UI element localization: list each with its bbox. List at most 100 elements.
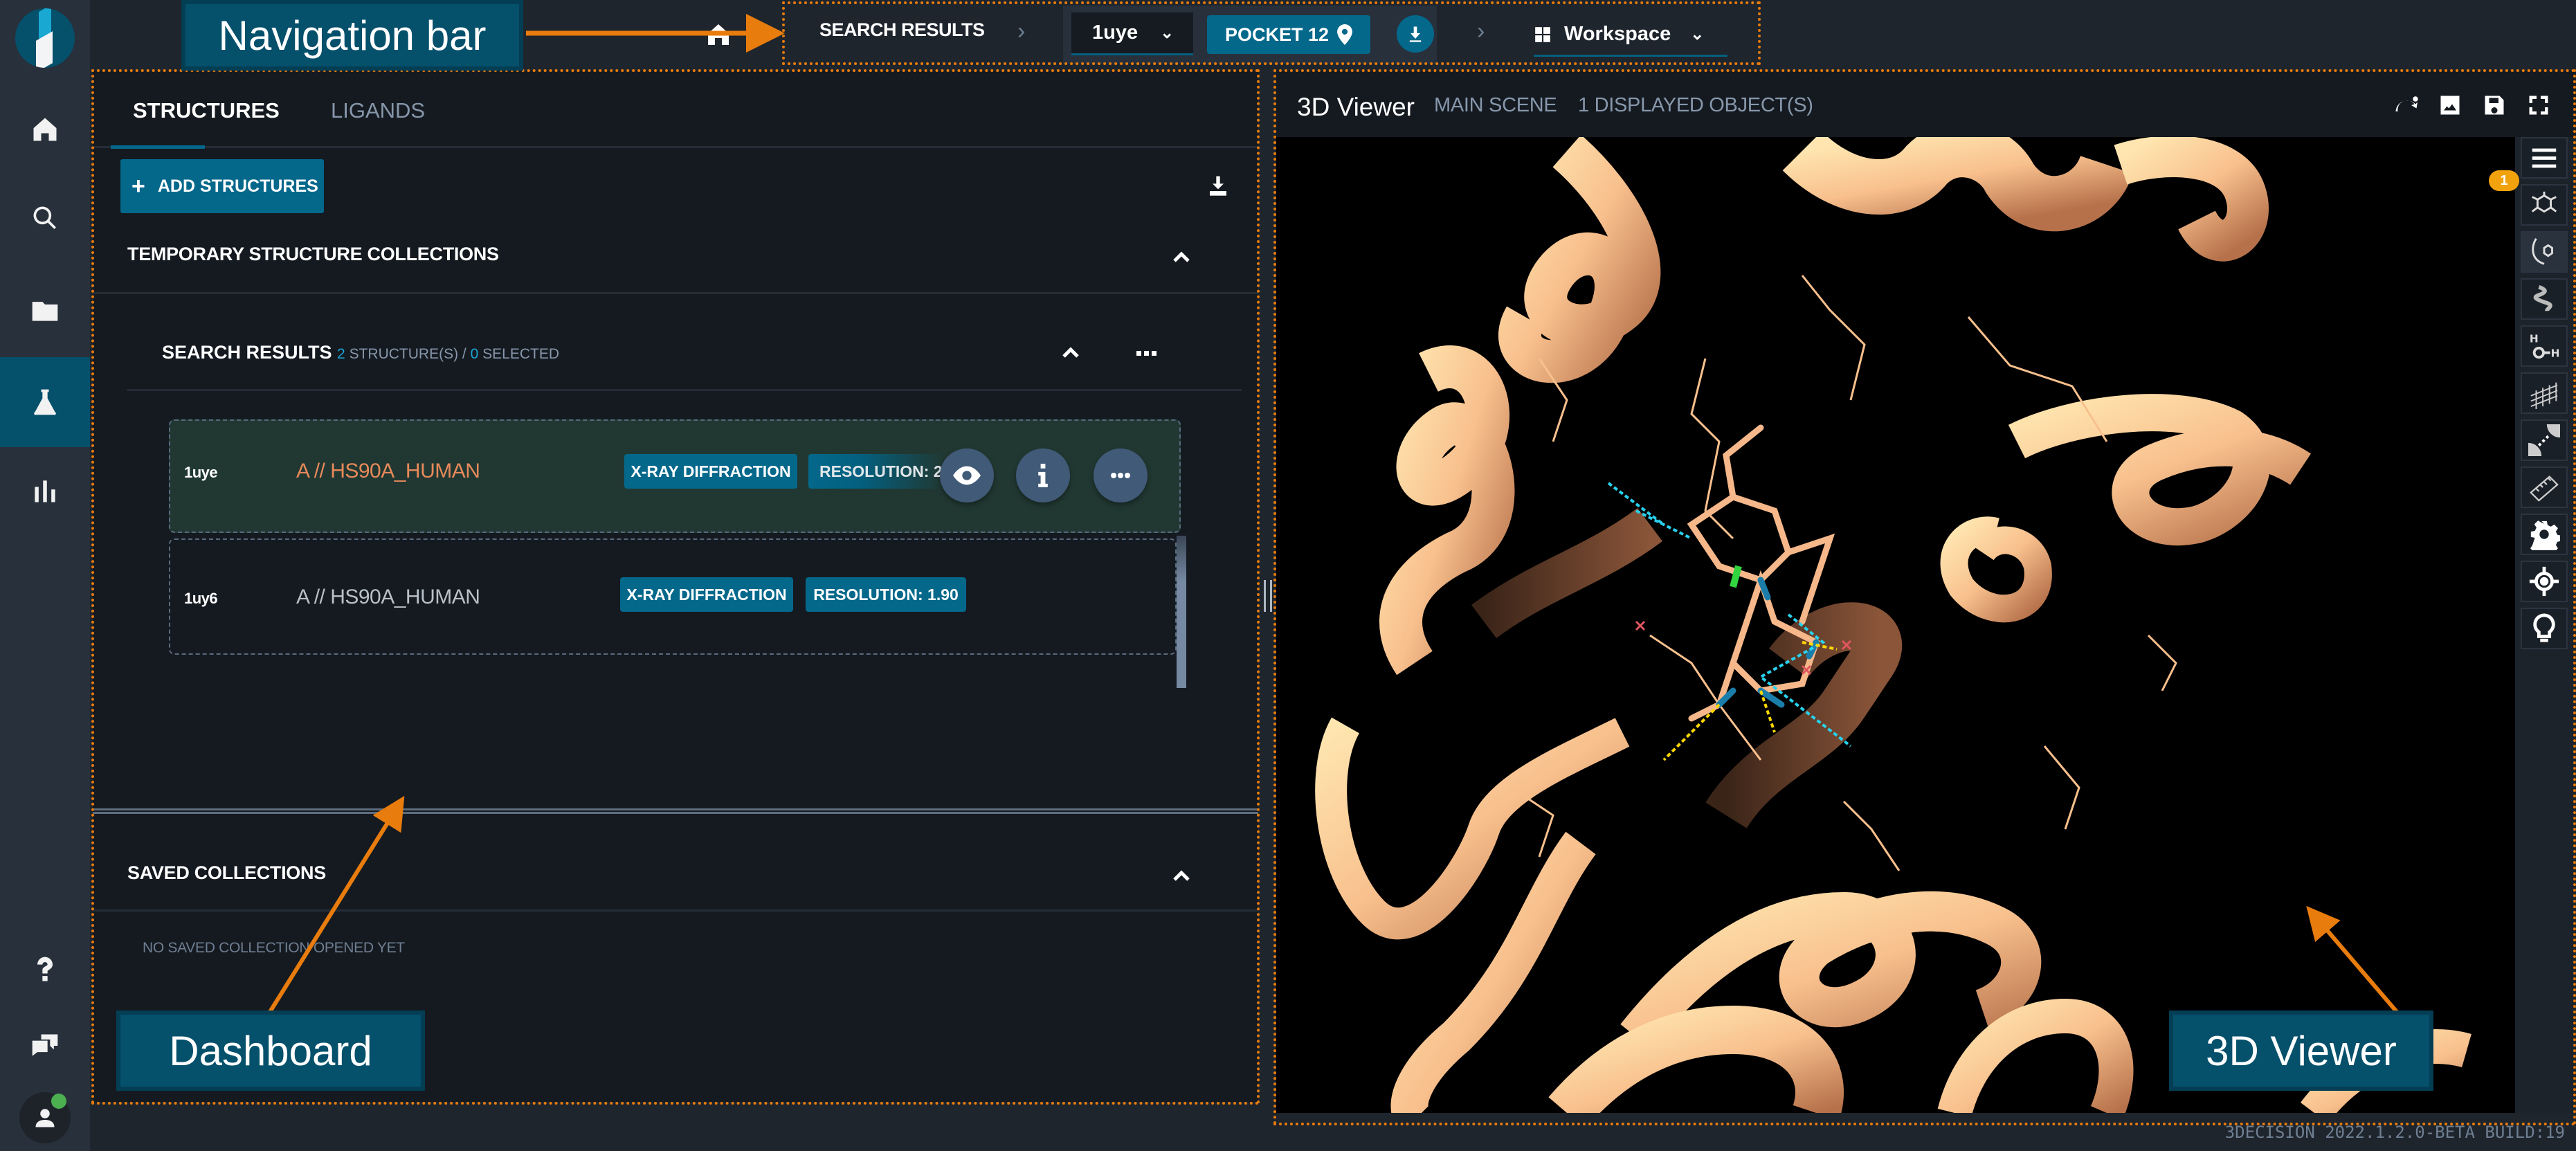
temporary-collections-title: TEMPORARY STRUCTURE COLLECTIONS bbox=[127, 244, 499, 264]
protein-render bbox=[1315, 137, 2471, 1113]
collapse-temporary-button[interactable] bbox=[1170, 245, 1193, 269]
screenshot-button[interactable] bbox=[2436, 91, 2464, 119]
eye-icon bbox=[953, 466, 981, 485]
folder-icon bbox=[32, 302, 58, 321]
collapse-search-results-button[interactable] bbox=[1059, 341, 1082, 364]
rail-search-button[interactable] bbox=[0, 173, 90, 263]
rows-scrollbar[interactable] bbox=[1177, 536, 1186, 688]
chevron-right-icon: › bbox=[1477, 18, 1485, 44]
nav-home-button[interactable] bbox=[705, 21, 732, 48]
rail-feedback-button[interactable] bbox=[0, 1001, 90, 1091]
breadcrumb-search-results[interactable]: SEARCH RESULTS bbox=[819, 19, 985, 41]
structure-id: 1uye bbox=[184, 464, 218, 481]
gear-icon bbox=[2530, 520, 2560, 550]
drag-handle-icon[interactable] bbox=[1264, 580, 1272, 612]
target-icon bbox=[2529, 566, 2559, 597]
search-results-more-button[interactable] bbox=[1132, 346, 1160, 360]
workspace-select[interactable]: Workspace ⌄ bbox=[1534, 14, 1727, 57]
chat-icon bbox=[32, 1034, 58, 1056]
save-icon bbox=[2485, 96, 2504, 115]
structure-row[interactable]: 1uye A // HS90A_HUMAN X-RAY DIFFRACTION … bbox=[169, 419, 1181, 533]
water-toggle-button[interactable]: HH bbox=[2521, 325, 2568, 367]
resolution-badge: RESOLUTION: 1.90 bbox=[806, 577, 966, 612]
add-structures-label: ADD STRUCTURES bbox=[157, 176, 318, 196]
collapse-saved-button[interactable] bbox=[1170, 864, 1193, 887]
viewer-settings-button[interactable] bbox=[2521, 514, 2568, 555]
dot bbox=[1136, 350, 1141, 356]
section-divider bbox=[93, 909, 1258, 912]
toggle-visibility-button[interactable] bbox=[940, 448, 994, 502]
scene-name[interactable]: MAIN SCENE bbox=[1434, 94, 1557, 117]
search-icon bbox=[33, 206, 56, 229]
structure-chain-name[interactable]: A // HS90A_HUMAN bbox=[296, 586, 480, 609]
export-button[interactable] bbox=[1207, 173, 1235, 201]
structure-chain-name[interactable]: A // HS90A_HUMAN bbox=[296, 460, 480, 483]
helix-ribbon bbox=[2008, 394, 2311, 546]
rail-home-button[interactable] bbox=[0, 84, 90, 174]
grid-icon bbox=[1535, 26, 1550, 42]
section-divider bbox=[127, 389, 1242, 391]
displayed-objects-count[interactable]: 1 DISPLAYED OBJECT(S) bbox=[1578, 94, 1813, 117]
rail-analytics-button[interactable] bbox=[0, 446, 90, 536]
tab-structures[interactable]: STRUCTURES bbox=[133, 98, 280, 123]
fullscreen-button[interactable] bbox=[2525, 91, 2552, 119]
center-view-button[interactable] bbox=[2521, 561, 2568, 602]
plus-icon: + bbox=[131, 172, 145, 199]
ligand-chain-button[interactable] bbox=[2521, 231, 2568, 273]
add-structures-button[interactable]: + ADD STRUCTURES bbox=[120, 159, 324, 213]
resolution-badge: RESOLUTION: 2. bbox=[808, 454, 944, 489]
rotate-view-icon bbox=[2395, 96, 2418, 111]
bar-chart-icon bbox=[35, 480, 55, 502]
side-nav-rail bbox=[0, 0, 90, 1151]
rail-folder-button[interactable] bbox=[0, 266, 90, 356]
info-button[interactable] bbox=[1016, 448, 1070, 502]
save-scene-button[interactable] bbox=[2480, 91, 2508, 119]
tab-ligands[interactable]: LIGANDS bbox=[331, 98, 425, 123]
structure-row[interactable]: 1uy6 A // HS90A_HUMAN X-RAY DIFFRACTION … bbox=[169, 538, 1177, 655]
vertical-splitter[interactable] bbox=[1260, 71, 1276, 1102]
panel-splitter[interactable] bbox=[93, 808, 1258, 814]
svg-text:H: H bbox=[2530, 332, 2539, 345]
workspace-label: Workspace bbox=[1564, 23, 1671, 45]
helix-icon bbox=[2533, 285, 2552, 312]
rail-workspace-button[interactable] bbox=[0, 357, 90, 447]
notification-badge: 1 bbox=[2489, 170, 2519, 191]
reset-view-button[interactable] bbox=[2393, 91, 2421, 119]
chevron-down-icon: ⌄ bbox=[1690, 25, 1705, 44]
pocket-button[interactable]: POCKET 12 bbox=[1207, 15, 1370, 54]
cartoon-representation-button[interactable] bbox=[2521, 278, 2568, 320]
structure-select[interactable]: 1uye ⌄ bbox=[1071, 12, 1193, 55]
lightbulb-icon bbox=[2533, 613, 2555, 642]
structure-count-label: STRUCTURE(S) / bbox=[349, 346, 466, 362]
structure-count: 2 bbox=[337, 346, 345, 362]
ligand-icon bbox=[2531, 191, 2557, 213]
ligand-representation-button[interactable] bbox=[2521, 184, 2568, 226]
viewer-title: 3D Viewer bbox=[1297, 93, 1415, 121]
dot bbox=[1143, 350, 1149, 356]
scene-menu-button[interactable] bbox=[2521, 137, 2568, 179]
surface-icon bbox=[2530, 382, 2558, 409]
active-tab-indicator bbox=[111, 145, 205, 149]
saved-collections-title: SAVED COLLECTIONS bbox=[127, 862, 326, 883]
question-icon bbox=[37, 957, 53, 981]
structure-select-value: 1uye bbox=[1092, 21, 1139, 44]
row-more-button[interactable] bbox=[1094, 448, 1148, 502]
helix-ribbon bbox=[1315, 717, 1630, 940]
ruler-icon bbox=[2530, 475, 2559, 502]
measure-button[interactable] bbox=[2521, 466, 2568, 508]
surface-button[interactable] bbox=[2521, 372, 2568, 414]
interactions-button[interactable] bbox=[2521, 419, 2568, 461]
water-icon: HH bbox=[2530, 332, 2560, 359]
flask-icon bbox=[34, 389, 56, 415]
viewer-header: 3D Viewer MAIN SCENE 1 DISPLAYED OBJECT(… bbox=[1276, 71, 2576, 137]
user-avatar[interactable] bbox=[19, 1092, 71, 1143]
image-icon bbox=[2440, 96, 2460, 115]
search-results-header: SEARCH RESULTS 2 STRUCTURE(S) / 0 SELECT… bbox=[162, 342, 559, 363]
svg-text:H: H bbox=[2551, 347, 2560, 359]
saved-empty-message: NO SAVED COLLECTION OPENED YET bbox=[143, 940, 405, 956]
method-badge: X-RAY DIFFRACTION bbox=[620, 577, 793, 612]
app-logo[interactable] bbox=[15, 8, 75, 68]
lighting-button[interactable] bbox=[2521, 608, 2568, 649]
molecule-3d-canvas[interactable] bbox=[1276, 137, 2515, 1113]
download-button[interactable] bbox=[1397, 15, 1434, 53]
